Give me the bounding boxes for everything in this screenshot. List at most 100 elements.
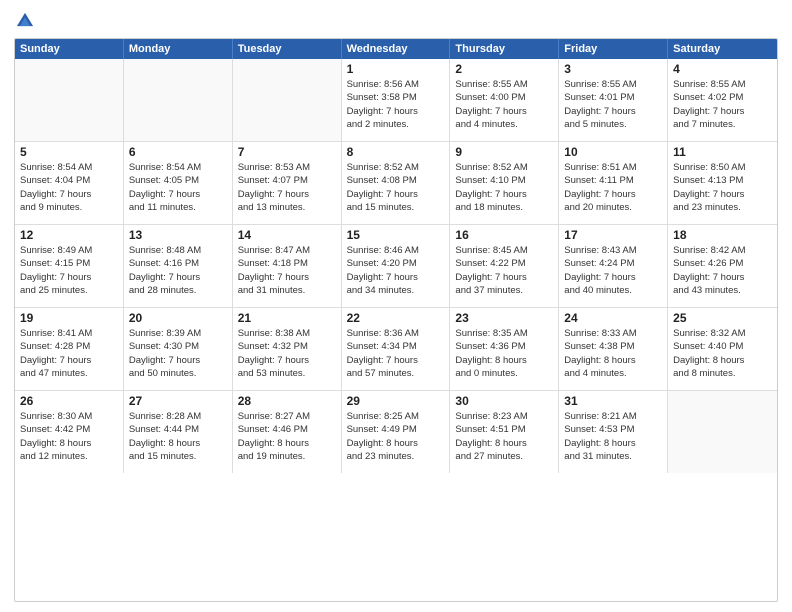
calendar-cell: 21 Sunrise: 8:38 AM Sunset: 4:32 PM Dayli… [233, 308, 342, 390]
header [14, 10, 778, 32]
day-info: Sunrise: 8:54 AM Sunset: 4:05 PM Dayligh… [129, 161, 227, 214]
calendar-body: 1Sunrise: 8:56 AM Sunset: 3:58 PM Daylig… [15, 59, 777, 473]
day-number: 6 [129, 145, 227, 159]
calendar-row: 5 Sunrise: 8:54 AM Sunset: 4:04 PM Daylig… [15, 142, 777, 225]
day-number: 21 [238, 311, 336, 325]
day-info: Sunrise: 8:39 AM Sunset: 4:30 PM Dayligh… [129, 327, 227, 380]
calendar-cell: 12Sunrise: 8:49 AM Sunset: 4:15 PM Dayli… [15, 225, 124, 307]
day-number: 25 [673, 311, 772, 325]
day-info: Sunrise: 8:52 AM Sunset: 4:08 PM Dayligh… [347, 161, 445, 214]
calendar-cell: 7 Sunrise: 8:53 AM Sunset: 4:07 PM Daylig… [233, 142, 342, 224]
calendar-row: 19 Sunrise: 8:41 AM Sunset: 4:28 PM Dayli… [15, 308, 777, 391]
day-info: Sunrise: 8:36 AM Sunset: 4:34 PM Dayligh… [347, 327, 445, 380]
day-info: Sunrise: 8:38 AM Sunset: 4:32 PM Dayligh… [238, 327, 336, 380]
day-number: 15 [347, 228, 445, 242]
calendar-cell [668, 391, 777, 473]
weekday-header: Friday [559, 39, 668, 59]
calendar-cell: 3 Sunrise: 8:55 AM Sunset: 4:01 PM Daylig… [559, 59, 668, 141]
day-number: 30 [455, 394, 553, 408]
day-number: 12 [20, 228, 118, 242]
weekday-header: Sunday [15, 39, 124, 59]
day-info: Sunrise: 8:41 AM Sunset: 4:28 PM Dayligh… [20, 327, 118, 380]
calendar-cell: 6 Sunrise: 8:54 AM Sunset: 4:05 PM Daylig… [124, 142, 233, 224]
calendar-cell: 30 Sunrise: 8:23 AM Sunset: 4:51 PM Dayli… [450, 391, 559, 473]
day-info: Sunrise: 8:52 AM Sunset: 4:10 PM Dayligh… [455, 161, 553, 214]
calendar-header: SundayMondayTuesdayWednesdayThursdayFrid… [15, 39, 777, 59]
day-number: 23 [455, 311, 553, 325]
day-number: 22 [347, 311, 445, 325]
calendar-cell: 24 Sunrise: 8:33 AM Sunset: 4:38 PM Dayli… [559, 308, 668, 390]
calendar-cell: 26 Sunrise: 8:30 AM Sunset: 4:42 PM Dayli… [15, 391, 124, 473]
weekday-header: Monday [124, 39, 233, 59]
day-info: Sunrise: 8:27 AM Sunset: 4:46 PM Dayligh… [238, 410, 336, 463]
calendar-row: 12Sunrise: 8:49 AM Sunset: 4:15 PM Dayli… [15, 225, 777, 308]
calendar-row: 26 Sunrise: 8:30 AM Sunset: 4:42 PM Dayli… [15, 391, 777, 473]
day-info: Sunrise: 8:55 AM Sunset: 4:01 PM Dayligh… [564, 78, 662, 131]
calendar-cell: 22 Sunrise: 8:36 AM Sunset: 4:34 PM Dayli… [342, 308, 451, 390]
calendar-cell: 17 Sunrise: 8:43 AM Sunset: 4:24 PM Dayli… [559, 225, 668, 307]
calendar-cell: 31Sunrise: 8:21 AM Sunset: 4:53 PM Dayli… [559, 391, 668, 473]
day-number: 17 [564, 228, 662, 242]
day-info: Sunrise: 8:30 AM Sunset: 4:42 PM Dayligh… [20, 410, 118, 463]
day-info: Sunrise: 8:56 AM Sunset: 3:58 PM Dayligh… [347, 78, 445, 131]
calendar-cell: 9 Sunrise: 8:52 AM Sunset: 4:10 PM Daylig… [450, 142, 559, 224]
day-info: Sunrise: 8:28 AM Sunset: 4:44 PM Dayligh… [129, 410, 227, 463]
day-number: 18 [673, 228, 772, 242]
calendar-cell: 27Sunrise: 8:28 AM Sunset: 4:44 PM Dayli… [124, 391, 233, 473]
day-info: Sunrise: 8:51 AM Sunset: 4:11 PM Dayligh… [564, 161, 662, 214]
day-info: Sunrise: 8:54 AM Sunset: 4:04 PM Dayligh… [20, 161, 118, 214]
calendar-cell: 8 Sunrise: 8:52 AM Sunset: 4:08 PM Daylig… [342, 142, 451, 224]
calendar-cell: 10 Sunrise: 8:51 AM Sunset: 4:11 PM Dayli… [559, 142, 668, 224]
calendar-cell: 14Sunrise: 8:47 AM Sunset: 4:18 PM Dayli… [233, 225, 342, 307]
day-number: 3 [564, 62, 662, 76]
day-info: Sunrise: 8:48 AM Sunset: 4:16 PM Dayligh… [129, 244, 227, 297]
calendar-cell [233, 59, 342, 141]
day-info: Sunrise: 8:33 AM Sunset: 4:38 PM Dayligh… [564, 327, 662, 380]
day-number: 9 [455, 145, 553, 159]
day-number: 16 [455, 228, 553, 242]
day-number: 20 [129, 311, 227, 325]
calendar-cell: 1Sunrise: 8:56 AM Sunset: 3:58 PM Daylig… [342, 59, 451, 141]
calendar-cell: 29 Sunrise: 8:25 AM Sunset: 4:49 PM Dayli… [342, 391, 451, 473]
day-number: 2 [455, 62, 553, 76]
calendar-cell: 23Sunrise: 8:35 AM Sunset: 4:36 PM Dayli… [450, 308, 559, 390]
day-number: 13 [129, 228, 227, 242]
day-number: 14 [238, 228, 336, 242]
calendar-cell: 13 Sunrise: 8:48 AM Sunset: 4:16 PM Dayli… [124, 225, 233, 307]
weekday-header: Saturday [668, 39, 777, 59]
calendar-cell: 28 Sunrise: 8:27 AM Sunset: 4:46 PM Dayli… [233, 391, 342, 473]
day-number: 24 [564, 311, 662, 325]
weekday-header: Wednesday [342, 39, 451, 59]
calendar-cell: 19 Sunrise: 8:41 AM Sunset: 4:28 PM Dayli… [15, 308, 124, 390]
day-info: Sunrise: 8:42 AM Sunset: 4:26 PM Dayligh… [673, 244, 772, 297]
day-info: Sunrise: 8:55 AM Sunset: 4:00 PM Dayligh… [455, 78, 553, 131]
day-number: 8 [347, 145, 445, 159]
day-number: 10 [564, 145, 662, 159]
day-number: 26 [20, 394, 118, 408]
day-info: Sunrise: 8:50 AM Sunset: 4:13 PM Dayligh… [673, 161, 772, 214]
day-number: 5 [20, 145, 118, 159]
calendar-cell: 11 Sunrise: 8:50 AM Sunset: 4:13 PM Dayli… [668, 142, 777, 224]
calendar-cell: 4Sunrise: 8:55 AM Sunset: 4:02 PM Daylig… [668, 59, 777, 141]
calendar-cell: 18 Sunrise: 8:42 AM Sunset: 4:26 PM Dayli… [668, 225, 777, 307]
calendar-cell: 16Sunrise: 8:45 AM Sunset: 4:22 PM Dayli… [450, 225, 559, 307]
page: SundayMondayTuesdayWednesdayThursdayFrid… [0, 0, 792, 612]
calendar-cell: 15 Sunrise: 8:46 AM Sunset: 4:20 PM Dayli… [342, 225, 451, 307]
day-info: Sunrise: 8:43 AM Sunset: 4:24 PM Dayligh… [564, 244, 662, 297]
day-info: Sunrise: 8:55 AM Sunset: 4:02 PM Dayligh… [673, 78, 772, 131]
logo [14, 10, 40, 32]
day-info: Sunrise: 8:25 AM Sunset: 4:49 PM Dayligh… [347, 410, 445, 463]
calendar-cell: 2 Sunrise: 8:55 AM Sunset: 4:00 PM Daylig… [450, 59, 559, 141]
day-number: 7 [238, 145, 336, 159]
day-info: Sunrise: 8:46 AM Sunset: 4:20 PM Dayligh… [347, 244, 445, 297]
calendar-cell [124, 59, 233, 141]
day-number: 31 [564, 394, 662, 408]
calendar: SundayMondayTuesdayWednesdayThursdayFrid… [14, 38, 778, 602]
day-number: 28 [238, 394, 336, 408]
day-number: 29 [347, 394, 445, 408]
day-info: Sunrise: 8:23 AM Sunset: 4:51 PM Dayligh… [455, 410, 553, 463]
weekday-header: Tuesday [233, 39, 342, 59]
day-number: 19 [20, 311, 118, 325]
day-info: Sunrise: 8:53 AM Sunset: 4:07 PM Dayligh… [238, 161, 336, 214]
day-number: 11 [673, 145, 772, 159]
